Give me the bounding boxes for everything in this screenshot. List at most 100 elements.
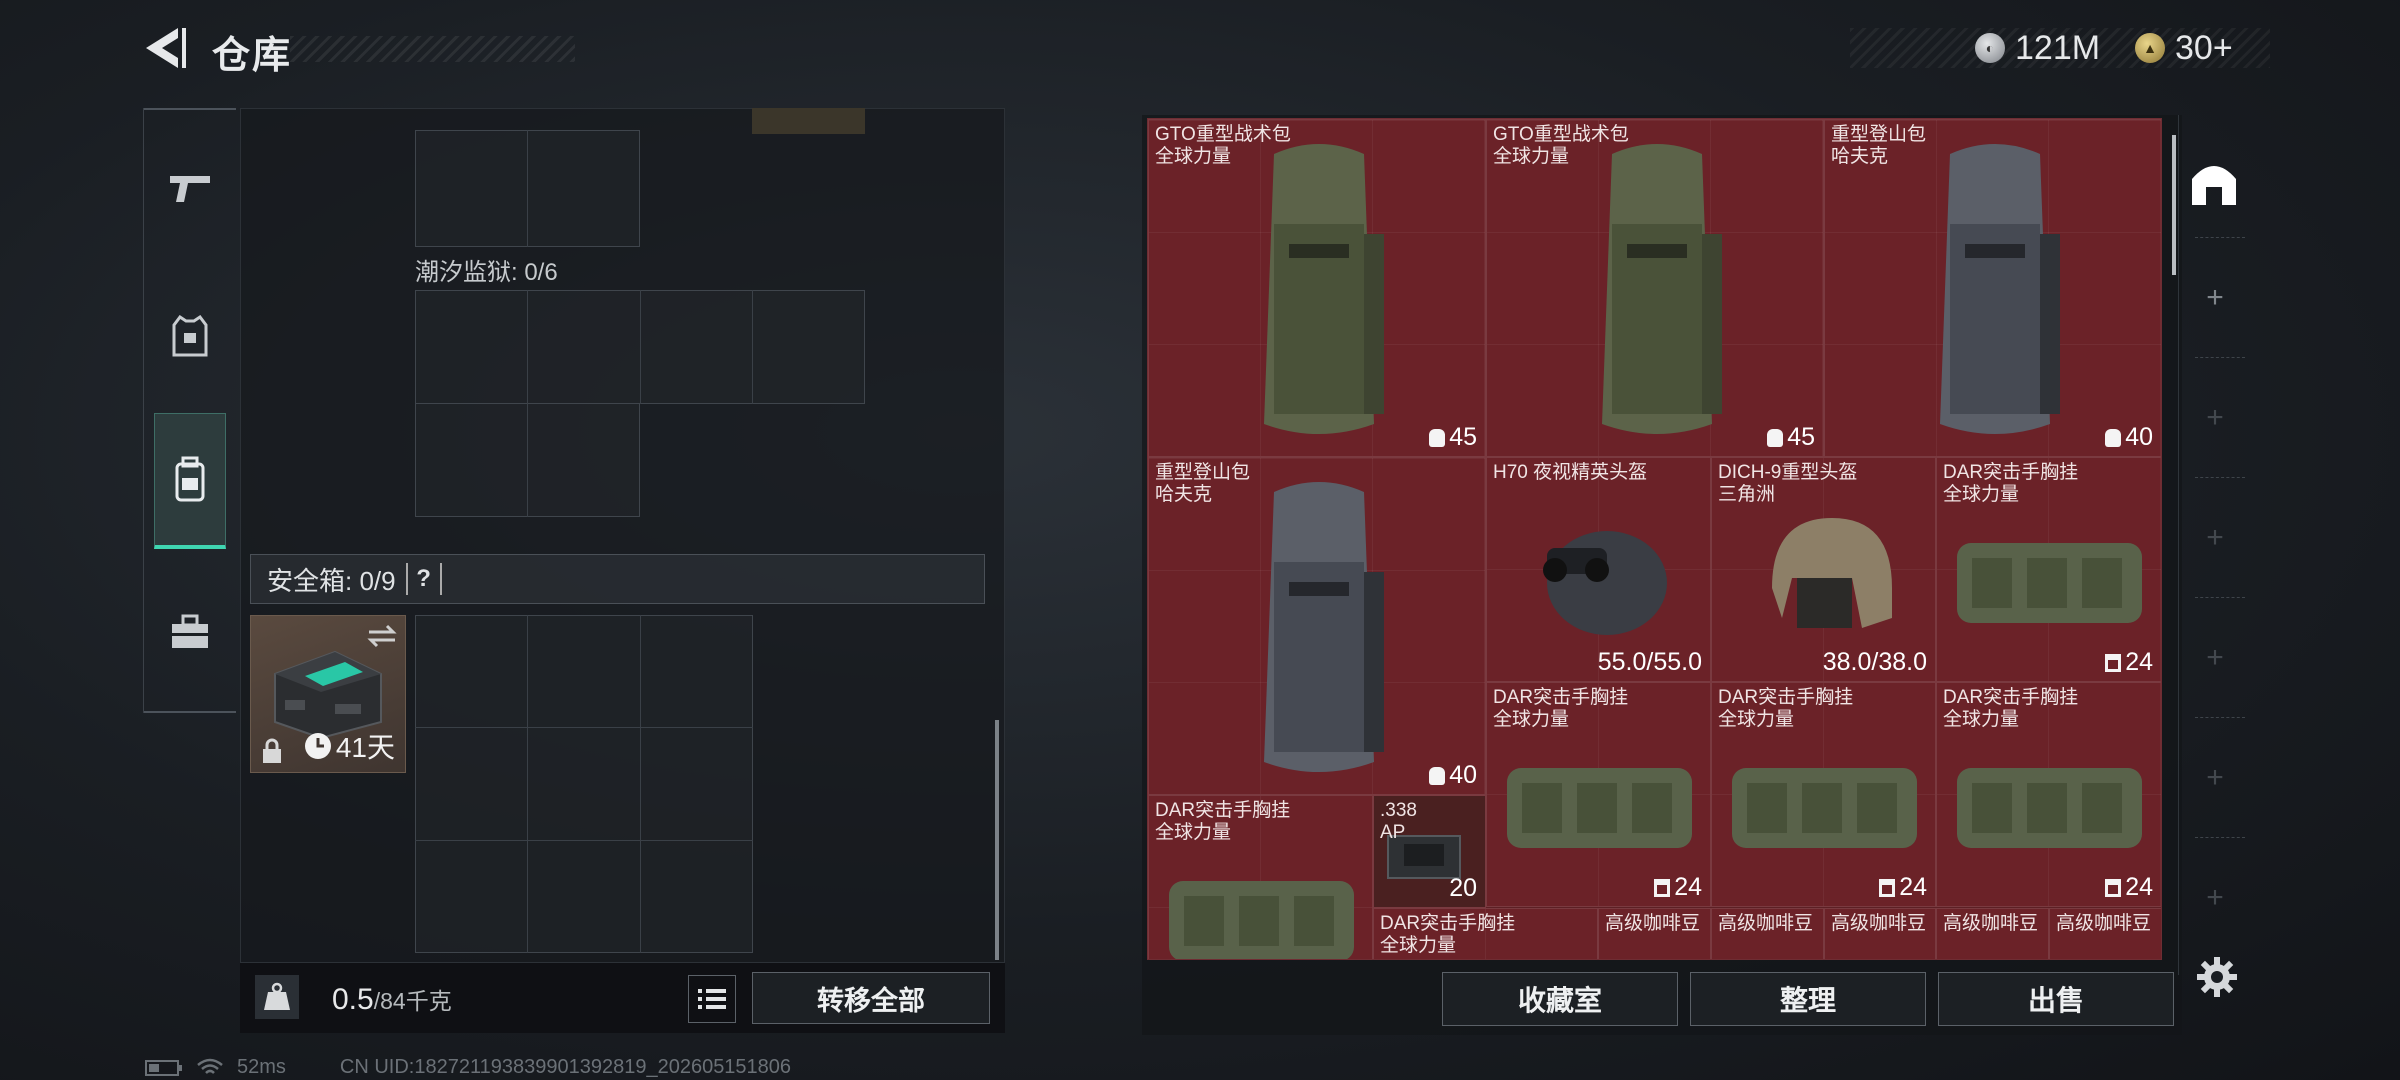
capacity-icon bbox=[1654, 878, 1671, 897]
grid-divider bbox=[415, 840, 753, 841]
storage-item[interactable]: DAR突击手胸挂 全球力量 24 bbox=[1486, 682, 1711, 907]
add-storage-tab-button[interactable]: + bbox=[2195, 278, 2235, 318]
organize-button[interactable]: 整理 bbox=[1690, 972, 1926, 1026]
gold-coin-icon: ▲ bbox=[2135, 33, 2165, 63]
safe-case-slot[interactable]: 41天 bbox=[250, 615, 406, 773]
storage-grid: GTO重型战术包 全球力量 45 GTO重型战术包 全球力量 45 重型登山包 哈夫克… bbox=[1147, 118, 2162, 960]
item-name: DAR突击手胸挂 全球力量 bbox=[1155, 800, 1291, 843]
storage-scrollbar[interactable] bbox=[2172, 135, 2176, 275]
storage-item[interactable]: .338 AP 20 bbox=[1373, 795, 1486, 908]
toolbox-icon bbox=[172, 614, 208, 648]
capacity-icon bbox=[1429, 766, 1446, 785]
settings-button[interactable] bbox=[2192, 952, 2242, 1002]
clock-icon bbox=[304, 733, 331, 759]
rail-divider bbox=[2195, 477, 2245, 478]
warehouse-icon bbox=[2192, 166, 2236, 205]
storage-item[interactable]: H70 夜视精英头盔 55.0/55.0 bbox=[1486, 457, 1711, 682]
item-name: .338 AP bbox=[1380, 800, 1417, 843]
grid-divider bbox=[752, 290, 753, 404]
storage-item[interactable]: DAR突击手胸挂 全球力量 24 bbox=[1711, 682, 1936, 907]
left-scrollbar[interactable] bbox=[995, 720, 999, 960]
sell-button[interactable]: 出售 bbox=[1938, 972, 2174, 1026]
item-count: 45 bbox=[1429, 423, 1477, 452]
ping-value: 52ms bbox=[237, 1056, 286, 1078]
item-name: DICH-9重型头盔 三角洲 bbox=[1718, 462, 1858, 505]
tide-prison-label: 潮汐监狱: 0/6 bbox=[415, 259, 558, 286]
grid-divider bbox=[527, 130, 528, 247]
backpack-image bbox=[1602, 144, 1722, 434]
add-storage-tab-button[interactable]: + bbox=[2195, 758, 2235, 798]
chest-rig-image bbox=[1957, 768, 2142, 848]
add-storage-tab-button[interactable]: + bbox=[2195, 398, 2235, 438]
item-name: DAR突击手胸挂 全球力量 bbox=[1943, 687, 2079, 730]
storage-item[interactable]: DAR突击手胸挂 全球力量 24 bbox=[1936, 682, 2161, 907]
rail-divider bbox=[2195, 597, 2245, 598]
storage-item[interactable]: 高级咖啡豆 bbox=[2049, 908, 2161, 959]
capacity-icon bbox=[2105, 653, 2122, 672]
storage-item[interactable]: GTO重型战术包 全球力量 45 bbox=[1148, 119, 1486, 457]
chest-rig-image bbox=[1507, 768, 1692, 848]
pistol-icon bbox=[170, 176, 210, 202]
category-backpack[interactable] bbox=[154, 413, 226, 549]
storage-item[interactable]: 高级咖啡豆 bbox=[1936, 908, 2049, 959]
item-name: DAR突击手胸挂 全球力量 bbox=[1493, 687, 1629, 730]
item-count: 40 bbox=[1429, 761, 1477, 790]
storage-item[interactable]: GTO重型战术包 全球力量 45 bbox=[1486, 119, 1824, 457]
storage-item[interactable]: DAR突击手胸挂 全球力量 24 bbox=[1936, 457, 2161, 682]
safebox-help-button[interactable]: ? bbox=[405, 563, 442, 595]
item-count: 24 bbox=[1879, 873, 1927, 902]
chest-rig-image bbox=[1169, 881, 1354, 959]
storage-tab-main[interactable] bbox=[2183, 140, 2245, 226]
list-icon bbox=[698, 989, 726, 1009]
item-name: 高级咖啡豆 bbox=[1718, 913, 1814, 934]
helmet-image bbox=[1543, 531, 1667, 635]
backpack-image bbox=[1264, 482, 1384, 772]
item-count: 20 bbox=[1449, 874, 1477, 902]
add-storage-tab-button[interactable]: + bbox=[2195, 638, 2235, 678]
add-storage-tab-button[interactable]: + bbox=[2195, 518, 2235, 558]
rail-divider bbox=[2195, 837, 2245, 838]
gold-amount: 30+ bbox=[2175, 28, 2233, 67]
storage-item[interactable]: 重型登山包 哈夫克 40 bbox=[1824, 119, 2161, 457]
storage-item[interactable]: 高级咖啡豆 bbox=[1824, 908, 1936, 959]
backpack-image bbox=[1940, 144, 2060, 434]
item-name: GTO重型战术包 全球力量 bbox=[1493, 124, 1629, 167]
silver-currency[interactable]: ◐ 121M bbox=[1975, 26, 2100, 70]
category-weapons[interactable] bbox=[154, 153, 226, 225]
storage-item[interactable]: 重型登山包 哈夫克 40 bbox=[1148, 457, 1486, 795]
grid-divider bbox=[415, 727, 753, 728]
storage-item[interactable]: 高级咖啡豆 bbox=[1711, 908, 1824, 959]
add-storage-tab-button[interactable]: + bbox=[2195, 878, 2235, 918]
rail-divider bbox=[2195, 237, 2245, 238]
storage-item[interactable]: DICH-9重型头盔 三角洲 38.0/38.0 bbox=[1711, 457, 1936, 682]
grid-divider bbox=[527, 615, 528, 953]
item-count: 24 bbox=[1654, 873, 1702, 902]
grid-divider bbox=[527, 290, 528, 517]
storage-item[interactable]: DAR突击手胸挂 全球力量 bbox=[1148, 795, 1373, 959]
armor-vest-icon bbox=[172, 315, 208, 357]
category-equipment[interactable] bbox=[154, 300, 226, 372]
item-name: GTO重型战术包 全球力量 bbox=[1155, 124, 1291, 167]
swap-icon[interactable] bbox=[367, 624, 397, 648]
weight-capacity: /84千克 bbox=[373, 988, 452, 1014]
battery-icon bbox=[145, 1059, 182, 1076]
weight-icon bbox=[255, 975, 299, 1019]
storage-item[interactable]: 高级咖啡豆 bbox=[1598, 908, 1711, 959]
capacity-icon bbox=[2105, 878, 2122, 897]
uid-text: CN UID:18272119383990139281​9_2026051518… bbox=[339, 1056, 792, 1078]
gold-currency[interactable]: ▲ 30+ bbox=[2135, 26, 2233, 70]
safebox-grid[interactable] bbox=[415, 615, 753, 953]
category-toolbox[interactable] bbox=[154, 596, 226, 668]
item-name: 高级咖啡豆 bbox=[1831, 913, 1927, 934]
collection-room-button[interactable]: 收藏室 bbox=[1442, 972, 1678, 1026]
backpack-image bbox=[1264, 144, 1384, 434]
transfer-all-button[interactable]: 转移全部 bbox=[752, 972, 990, 1024]
capacity-icon bbox=[1879, 878, 1896, 897]
item-name: 重型登山包 哈夫克 bbox=[1831, 124, 1927, 167]
back-button[interactable] bbox=[140, 22, 188, 74]
back-arrow-icon bbox=[146, 28, 186, 68]
list-view-button[interactable] bbox=[688, 975, 736, 1023]
item-name: 重型登山包 哈夫克 bbox=[1155, 462, 1251, 505]
storage-item[interactable]: DAR突击手胸挂 全球力量 bbox=[1373, 908, 1598, 959]
lock-icon bbox=[263, 738, 281, 763]
